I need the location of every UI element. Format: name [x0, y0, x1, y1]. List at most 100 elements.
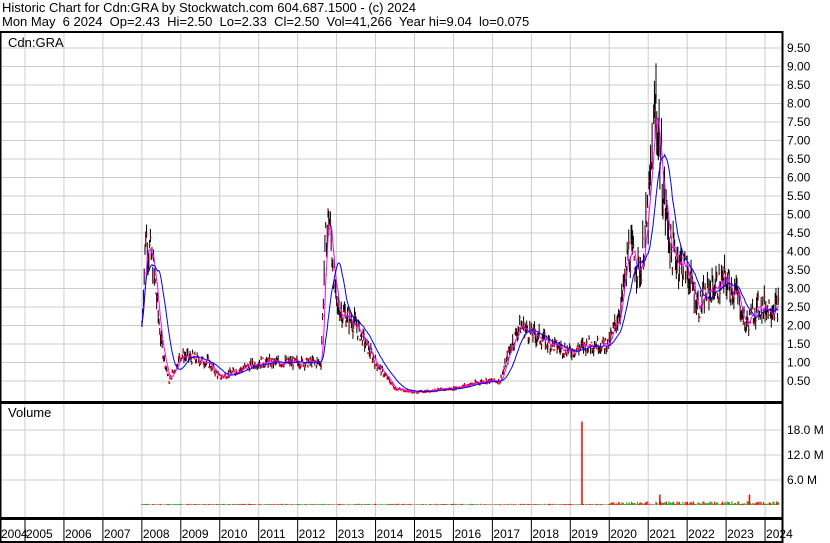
close-mark: [710, 300, 713, 302]
close-mark: [773, 317, 776, 319]
close-mark: [748, 312, 751, 314]
close-mark: [719, 292, 721, 295]
close-mark: [361, 343, 364, 346]
close-mark: [638, 257, 640, 259]
close-mark: [624, 273, 626, 275]
close-mark: [691, 274, 693, 276]
close-mark: [604, 339, 607, 341]
year-label: 2020: [610, 527, 637, 541]
close-mark: [717, 294, 719, 297]
close-mark: [261, 366, 263, 368]
close-mark: [614, 320, 616, 322]
close-mark: [724, 272, 727, 274]
close-mark: [304, 366, 306, 369]
close-mark: [258, 362, 261, 365]
close-mark: [744, 321, 746, 324]
close-mark: [551, 348, 553, 350]
close-mark: [160, 337, 163, 339]
close-mark: [583, 342, 586, 344]
close-mark: [463, 384, 466, 386]
price-tick-label: 4.00: [787, 245, 811, 259]
close-mark: [777, 317, 779, 320]
close-mark: [654, 110, 657, 113]
close-mark: [172, 371, 175, 374]
close-mark: [367, 352, 369, 354]
close-mark: [260, 358, 263, 361]
close-mark: [179, 357, 182, 360]
close-mark: [565, 355, 568, 357]
year-label: 2023: [727, 527, 754, 541]
close-mark: [538, 330, 541, 332]
close-mark: [169, 377, 171, 380]
close-mark: [283, 365, 285, 368]
close-mark: [640, 279, 643, 281]
year-label: 2016: [454, 527, 481, 541]
close-mark: [632, 244, 635, 247]
close-mark: [523, 321, 525, 324]
close-mark: [220, 377, 223, 379]
close-mark: [776, 299, 778, 301]
close-mark: [332, 268, 334, 271]
close-mark: [207, 357, 210, 360]
price-tick-label: 1.50: [787, 337, 811, 351]
close-mark: [606, 347, 608, 349]
close-mark: [159, 333, 161, 335]
close-mark: [582, 342, 584, 344]
close-mark: [267, 365, 270, 367]
close-mark: [380, 372, 383, 374]
close-mark: [504, 362, 506, 364]
close-mark: [212, 367, 214, 369]
close-mark: [157, 313, 160, 316]
close-mark: [670, 226, 672, 228]
close-mark: [762, 299, 764, 301]
close-mark: [325, 225, 327, 227]
close-mark: [286, 358, 288, 360]
close-mark: [601, 342, 604, 344]
close-mark: [224, 373, 227, 376]
close-mark: [500, 376, 502, 379]
year-label: 2008: [143, 527, 170, 541]
year-label: 2024: [766, 527, 793, 541]
year-label: 2022: [688, 527, 715, 541]
close-mark: [590, 341, 593, 344]
close-mark: [351, 328, 354, 330]
close-mark: [194, 353, 196, 356]
close-mark: [347, 309, 350, 312]
close-mark: [480, 380, 483, 382]
close-mark: [454, 386, 457, 388]
close-mark: [168, 382, 171, 384]
close-mark: [699, 316, 701, 319]
close-mark: [645, 211, 647, 213]
close-mark: [646, 222, 648, 225]
close-mark: [671, 269, 674, 271]
close-mark: [526, 324, 528, 326]
close-mark: [143, 272, 146, 274]
close-mark: [344, 311, 347, 314]
close-mark: [323, 274, 326, 276]
close-mark: [149, 244, 151, 247]
close-mark: [761, 316, 763, 319]
close-mark: [321, 341, 323, 343]
close-mark: [767, 311, 770, 313]
price-tick-label: 3.50: [787, 263, 811, 277]
close-mark: [349, 312, 351, 315]
close-mark: [644, 231, 647, 233]
close-mark: [308, 358, 311, 360]
close-mark: [621, 294, 624, 296]
close-mark: [306, 357, 308, 360]
close-mark: [684, 252, 686, 255]
year-label: 2021: [649, 527, 676, 541]
close-mark: [372, 357, 375, 359]
volume-tick-label: 6.0 M: [787, 473, 817, 487]
year-label: 2018: [532, 527, 559, 541]
close-mark: [485, 379, 488, 382]
close-mark: [717, 298, 720, 300]
close-mark: [544, 345, 547, 348]
close-mark: [555, 339, 558, 342]
close-mark: [727, 281, 729, 284]
price-tick-label: 7.00: [787, 134, 811, 148]
close-mark: [607, 338, 609, 341]
close-mark: [266, 360, 269, 362]
close-mark: [182, 350, 185, 353]
volume-tick-label: 18.0 M: [787, 423, 824, 437]
